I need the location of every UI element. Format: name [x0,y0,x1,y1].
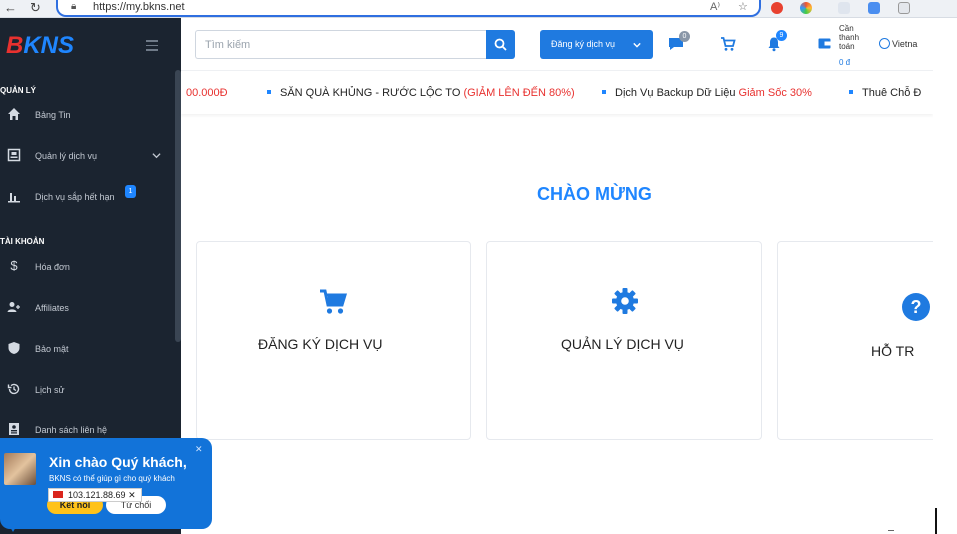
section-title-manage: QUẢN LÝ [0,86,36,95]
bullet-icon [602,90,606,94]
sidebar-item-label: Hóa đơn [35,262,70,272]
chevron-down-icon [633,42,641,48]
bkns-logo[interactable]: BKNS [6,32,74,60]
dollar-icon: $ [10,258,18,273]
divider [888,530,894,531]
sidebar-item-label: Quản lý dịch vụ [35,151,98,161]
sidebar-item-label: Dịch vụ sắp hết hạn [35,192,115,202]
search-icon [494,38,507,51]
ticker-item-red-text: Giảm Sốc 30% [738,87,812,99]
close-icon[interactable]: ✕ [195,444,203,455]
users-icon [7,302,20,312]
section-title-account: TÀI KHOẢN [0,237,45,246]
card-title: ĐĂNG KÝ DỊCH VỤ [258,336,383,352]
chat-count-badge: 0 [679,31,690,42]
welcome-title: CHÀO MỪNG [537,184,652,204]
reload-icon[interactable]: ↻ [30,0,41,18]
sidebar-item-history[interactable]: Lịch sử [0,377,175,403]
card-register-service[interactable]: ĐĂNG KÝ DỊCH VỤ [196,241,471,440]
sidebar-item-security[interactable]: Bảo mật [0,336,175,362]
search-button[interactable] [486,30,515,59]
extension-translate-icon[interactable] [898,2,910,14]
bar-chart-icon [8,193,20,203]
chat-greeting-subtitle: BKNS có thể giúp gì cho quý khách [49,474,175,483]
promo-ticker: 00.000Đ SĂN QUÀ KHỦNG - RƯỚC LỘC TO (GIẢ… [181,70,933,114]
chat-widget[interactable]: Xin chào Quý khách, BKNS có thể giúp gì … [0,438,212,529]
wallet-value: 0 đ [839,58,851,67]
gear-icon [612,288,638,314]
browser-toolbar: ← ↻ 🔒︎ https://my.bkns.net A⁾ ☆ [0,0,957,18]
read-aloud-icon[interactable]: A⁾ [710,0,720,15]
top-header: Đăng ký dịch vụ 0 9 Cần thanh toán 0 đ V… [181,18,933,70]
ticker-item[interactable]: Dịch Vụ Backup Dữ Liệu Giảm Sốc 30% [602,87,812,99]
svg-text:?: ? [911,297,922,317]
ticker-item[interactable]: SĂN QUÀ KHỦNG - RƯỚC LỘC TO (GIẢM LÊN ĐẾ… [267,87,575,99]
page-right-margin [933,18,957,534]
cart-icon [320,289,348,314]
cart-icon[interactable] [720,36,736,52]
sidebar-item-label: Affiliates [35,303,69,313]
shield-icon [8,342,20,354]
support-avatar [4,453,36,485]
register-service-button[interactable]: Đăng ký dịch vụ [540,30,653,59]
help-icon: ? [902,293,930,321]
url-text: https://my.bkns.net [93,1,185,13]
sidebar-item-label: Bảng Tin [35,110,71,120]
sidebar-item-label: Danh sách liên hệ [35,425,108,435]
card-title: QUẢN LÝ DỊCH VỤ [561,336,684,352]
bullet-icon [849,90,853,94]
lock-icon: 🔒︎ [71,1,77,12]
ticker-item-text: Thuê Chỗ Đ [862,87,922,99]
extension-puzzle-icon[interactable] [868,2,880,14]
card-support[interactable]: ? HỖ TR [777,241,952,440]
sidebar-item-label: Lịch sử [35,385,65,395]
ticker-item-text: Dịch Vụ Backup Dữ Liệu [615,87,736,99]
expiring-count-badge: 1 [125,185,136,198]
globe-icon [879,38,890,49]
register-service-label: Đăng ký dịch vụ [551,39,616,49]
bullet-icon [267,90,271,94]
menu-toggle-icon[interactable] [146,40,158,54]
chat-greeting-title: Xin chào Quý khách, [49,454,187,470]
extension-color-icon[interactable] [800,2,812,14]
home-icon [8,108,20,120]
extension-shield-icon[interactable] [771,2,783,14]
ip-address-text: 103.121.88.69 [68,490,126,500]
sidebar-item-affiliates[interactable]: Affiliates [0,295,175,321]
language-label: Vietna [892,39,918,49]
vietnam-flag-icon [53,491,63,498]
ticker-item-text: SĂN QUÀ KHỦNG - RƯỚC LỘC TO [280,87,461,99]
ticker-item-red-text: 00.000Đ [186,87,228,99]
address-bar[interactable]: 🔒︎ https://my.bkns.net A⁾ ☆ [56,0,761,17]
text-cursor [935,508,937,534]
extension-pen-icon[interactable] [838,2,850,14]
language-selector[interactable]: Vietna [879,38,917,49]
ticker-item-red-text: (GIẢM LÊN ĐẾN 80%) [463,87,575,99]
id-card-icon [7,148,21,162]
chevron-down-icon [152,153,161,159]
ticker-item[interactable]: 00.000Đ [186,87,228,99]
back-icon[interactable]: ← [4,0,17,18]
card-manage-service[interactable]: QUẢN LÝ DỊCH VỤ [486,241,762,440]
search-input[interactable] [195,30,486,59]
logo-letters-kns: KNS [23,32,75,59]
wallet-icon[interactable] [818,37,831,50]
logo-letter-b: B [6,32,24,59]
sidebar-item-service-management[interactable]: Quản lý dịch vụ [0,143,175,169]
sidebar-item-label: Bảo mật [35,344,69,354]
favorite-star-icon[interactable]: ☆ [738,0,748,15]
sidebar-item-expiring-services[interactable]: Dịch vụ sắp hết hạn 1 [0,184,175,210]
history-icon [7,383,20,395]
ticker-item[interactable]: Thuê Chỗ Đ [849,87,921,99]
card-title: HỖ TR [871,343,915,359]
ip-address-chip: 103.121.88.69 ✕ [48,488,142,502]
notification-count-badge: 9 [776,30,787,41]
close-icon[interactable]: ✕ [128,490,136,500]
sidebar-item-dashboard[interactable]: Bảng Tin [0,102,175,128]
sidebar-item-invoices[interactable]: $ Hóa đơn [0,254,175,280]
wallet-label: Cần thanh toán [839,24,860,51]
contact-list-icon [9,423,19,435]
